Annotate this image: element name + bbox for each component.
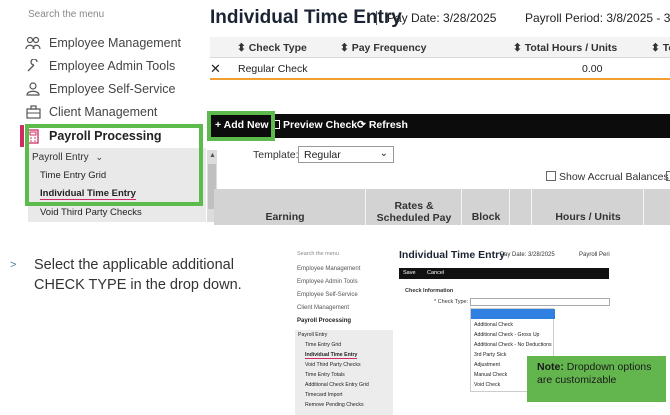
show-accrual-label: Show Accrual Balances <box>559 171 669 183</box>
col-spacer <box>510 189 532 225</box>
sidebar-item-employee-management[interactable]: Employee Management <box>24 33 181 53</box>
note-callout: Note: Dropdown options are customizable <box>527 356 666 402</box>
payroll-highlight-box <box>25 124 203 206</box>
mini-option: Void Check <box>474 382 501 388</box>
instruction-text: Select the applicable additional CHECK T… <box>34 257 242 293</box>
preview-check-button[interactable]: Preview Check <box>273 119 357 131</box>
cell-total-hours: 0.00 <box>582 63 603 75</box>
mini-option: Additional Check <box>474 322 513 328</box>
mini-period: Payroll Peri <box>579 252 610 258</box>
mini-side-item: Payroll Processing <box>297 318 352 324</box>
mini-pay-date: Pay Date: 3/28/2025 <box>500 252 555 258</box>
mini-check-info: Check Information <box>405 288 454 294</box>
col-block-label: Block <box>471 211 501 223</box>
earnings-table-header: Earning Rates & Scheduled Pay Block Hour… <box>214 189 670 225</box>
mini-side-item: Employee Management <box>297 266 361 272</box>
mini-sub-item: Additional Check Entry Grid <box>305 382 369 388</box>
col-rates: Rates & Scheduled Pay <box>366 189 462 225</box>
mini-sub-item: Remove Pending Checks <box>305 402 364 408</box>
col-earning: Earning <box>214 189 366 225</box>
mini-check-type-label: * Check Type: <box>434 299 469 305</box>
col-total[interactable]: ⬍ To <box>651 42 670 54</box>
refresh-button[interactable]: ⟳ Refresh <box>357 119 408 131</box>
mini-sub-item: Individual Time Entry <box>305 352 358 359</box>
mini-sub-item: Void Third Party Checks <box>305 362 361 368</box>
mini-check-type-input <box>470 298 610 306</box>
add-new-highlight-box <box>207 111 275 141</box>
mini-cancel: Cancel <box>427 270 445 276</box>
mini-dropdown-highlight <box>471 309 555 319</box>
mini-save: Save <box>403 270 416 276</box>
page-title: Individual Time Entry <box>210 7 402 28</box>
mini-submenu: Payroll Entry Time Entry Grid Individual… <box>295 330 393 415</box>
refresh-icon: ⟳ <box>357 119 366 131</box>
submenu-item-void-third-party-checks[interactable]: Void Third Party Checks <box>40 207 142 218</box>
scroll-up-icon[interactable]: ▲ <box>209 152 216 159</box>
mini-option: 3rd Party Sick <box>474 352 507 358</box>
sidebar-item-label: Client Management <box>49 105 158 119</box>
mini-sub-item: Time Entry Totals <box>305 372 345 378</box>
col-hours: Hours / Units <box>532 189 644 225</box>
mini-side-item: Employee Admin Tools <box>297 279 358 285</box>
template-label: Template: <box>253 149 299 161</box>
person-icon <box>24 81 42 97</box>
mini-payroll-entry: Payroll Entry <box>298 332 328 338</box>
mini-sub-item: Timecard Import <box>305 392 343 398</box>
mini-toolbar: Save Cancel <box>399 268 609 279</box>
sidebar-item-label: Employee Self-Service <box>49 82 176 96</box>
mini-option: Additional Check - Gross Up <box>474 332 540 338</box>
refresh-label: Refresh <box>368 119 408 131</box>
sidebar-item-label: Employee Admin Tools <box>49 59 176 73</box>
mini-search: Search the menu <box>297 251 339 257</box>
col-hours-label: Hours / Units <box>555 211 621 223</box>
chevron-down-icon: ⌄ <box>379 148 388 159</box>
mini-sub-item: Time Entry Grid <box>305 342 342 348</box>
preview-check-label: Preview Check <box>283 119 358 131</box>
mini-option: Additional Check - No Deductions <box>474 342 552 348</box>
sidebar-item-client-management[interactable]: Client Management <box>24 102 157 122</box>
col-block: Block <box>462 189 510 225</box>
action-toolbar: + Add New Preview Check ⟳ Refresh <box>207 114 670 138</box>
checks-grid-header: ⬍ Check Type ⬍ Pay Frequency ⬍ Total Hou… <box>210 37 670 58</box>
extra-checkbox[interactable] <box>666 171 670 181</box>
menu-search-input[interactable]: Search the menu <box>28 9 104 20</box>
col-rates-label: Rates & Scheduled Pay <box>376 200 452 224</box>
delete-row-icon[interactable]: ✕ <box>210 61 221 77</box>
cell-check-type: Regular Check <box>238 63 308 75</box>
briefcase-icon <box>24 104 42 120</box>
template-value: Regular <box>304 149 341 161</box>
mini-option: Manual Check <box>474 372 508 378</box>
mini-side-item: Client Management <box>297 305 350 311</box>
payroll-period: Payroll Period: 3/8/2025 - 3/21 <box>525 11 670 25</box>
title-divider <box>376 11 377 25</box>
sidebar-item-employee-admin-tools[interactable]: Employee Admin Tools <box>24 56 175 76</box>
col-pay-frequency[interactable]: ⬍ Pay Frequency <box>340 42 426 54</box>
mini-option: Adjustment <box>474 362 500 368</box>
users-icon <box>24 35 42 51</box>
col-total-hours[interactable]: ⬍ Total Hours / Units <box>513 42 617 54</box>
bullet-marker: > <box>10 259 17 271</box>
note-bold: Note: <box>537 361 564 373</box>
show-accrual-checkbox[interactable] <box>546 171 556 181</box>
pay-date: Pay Date: 3/28/2025 <box>387 11 497 25</box>
mini-side-item: Employee Self-Service <box>297 292 358 298</box>
table-row[interactable]: ✕ Regular Check 0.00 <box>210 58 670 80</box>
template-select[interactable]: Regular ⌄ <box>298 146 394 163</box>
col-earning-label: Earning <box>265 211 305 223</box>
col-check-type[interactable]: ⬍ Check Type <box>237 42 307 54</box>
sidebar-item-employee-self-service[interactable]: Employee Self-Service <box>24 79 175 99</box>
sidebar-item-label: Employee Management <box>49 36 182 50</box>
wrench-icon <box>24 58 42 74</box>
mini-title: Individual Time Entry <box>399 249 505 261</box>
